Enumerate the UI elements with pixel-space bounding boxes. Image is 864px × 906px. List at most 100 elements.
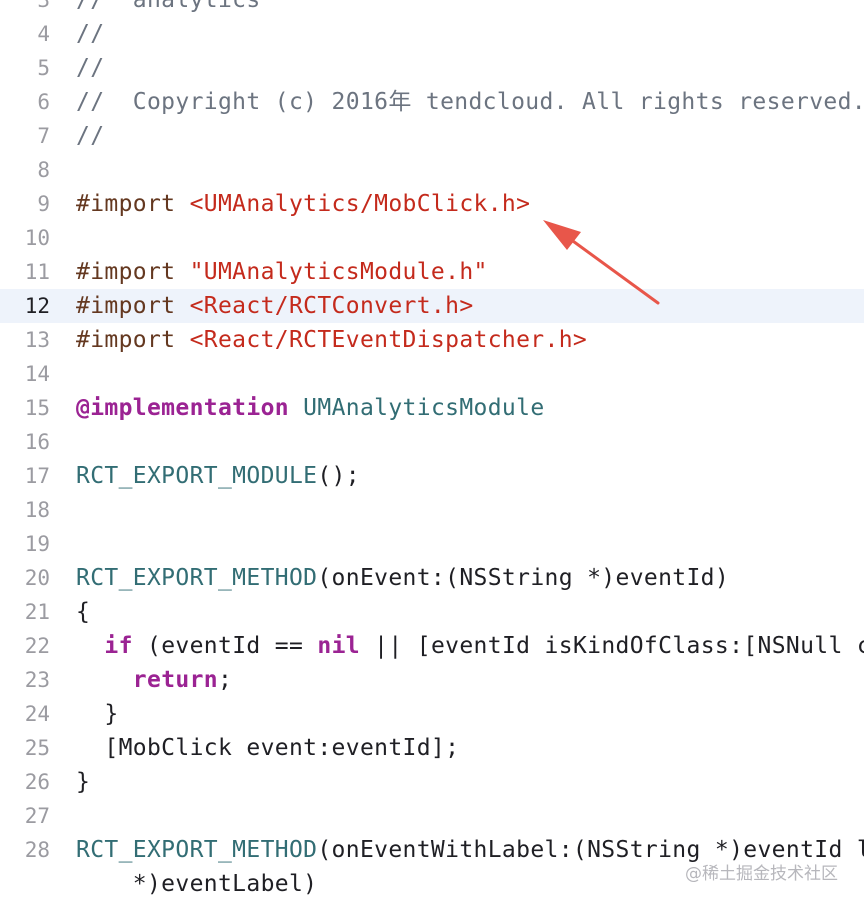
code-token: { [76, 599, 91, 625]
line-number: 23 [24, 668, 50, 692]
code-line[interactable]: 5 // [0, 51, 864, 85]
code-line[interactable]: 16 [0, 425, 864, 459]
code-line[interactable]: 13 #import <React/RCTEventDispatcher.h> [0, 323, 864, 357]
code-text: #import <React/RCTConvert.h> [76, 289, 864, 323]
code-token: return [132, 667, 218, 693]
line-number: 25 [24, 736, 50, 760]
code-token: "UMAnalyticsModule.h" [189, 259, 488, 285]
code-line-current[interactable]: 12 #import <React/RCTConvert.h> [0, 289, 864, 323]
line-number: 22 [24, 634, 50, 658]
code-line[interactable]: 11 #import "UMAnalyticsModule.h" [0, 255, 864, 289]
code-token: } [76, 769, 91, 795]
code-line[interactable]: 21 { [0, 595, 864, 629]
code-token: ; [217, 667, 233, 693]
code-line[interactable]: 22 if (eventId == nil || [eventId isKind… [0, 629, 864, 663]
line-number: 9 [37, 192, 50, 216]
code-token: <React/RCTConvert.h> [189, 293, 474, 319]
code-token: *)eventLabel) [76, 871, 318, 897]
line-number: 11 [24, 260, 50, 284]
code-text: } [76, 765, 864, 799]
code-token: <React/RCTEventDispatcher.h> [189, 327, 588, 353]
code-text: RCT_EXPORT_METHOD(onEvent:(NSString *)ev… [76, 561, 864, 595]
code-line[interactable]: 27 [0, 799, 864, 833]
line-number: 4 [37, 22, 50, 46]
code-text: // [76, 119, 864, 153]
code-token: UMAnalyticsModule [303, 395, 545, 421]
code-token: RCT_EXPORT_MODULE [76, 463, 318, 489]
code-line[interactable]: 24 } [0, 697, 864, 731]
line-number: 7 [37, 124, 50, 148]
code-line[interactable]: 9 #import <UMAnalytics/MobClick.h> [0, 187, 864, 221]
code-line[interactable]: 20 RCT_EXPORT_METHOD(onEvent:(NSString *)… [0, 561, 864, 595]
line-number: 21 [24, 600, 50, 624]
code-text: RCT_EXPORT_MODULE(); [76, 459, 864, 493]
code-line[interactable]: 4 // [0, 17, 864, 51]
code-text: // [76, 51, 864, 85]
code-token: (onEvent:(NSString *)eventId) [317, 565, 730, 591]
line-number: 27 [24, 804, 50, 828]
code-line[interactable]: 10 [0, 221, 864, 255]
code-line[interactable]: 17 RCT_EXPORT_MODULE(); [0, 459, 864, 493]
line-number: 3 [37, 0, 50, 12]
code-text: // [76, 17, 864, 51]
watermark: @稀土掘金技术社区 [685, 864, 838, 884]
code-token: RCT_EXPORT_METHOD [76, 565, 318, 591]
line-number: 16 [24, 430, 50, 454]
code-token: // [76, 123, 105, 149]
code-token: if [104, 633, 133, 659]
code-token: // analytics [76, 0, 261, 13]
line-number: 20 [24, 566, 50, 590]
code-line[interactable]: 15 @implementation UMAnalyticsModule [0, 391, 864, 425]
code-editor[interactable]: 3 // analytics 4 // 5 // 6 // Copyright (c) 201… [0, 0, 864, 906]
line-number: 12 [24, 294, 50, 318]
code-token: // Copyright (c) 2016年 tendcloud. All ri… [76, 89, 864, 115]
line-number: 6 [37, 90, 50, 114]
code-text: #import <React/RCTEventDispatcher.h> [76, 323, 864, 357]
line-number: 24 [24, 702, 50, 726]
code-token: #import [76, 327, 190, 353]
code-token: (eventId == [132, 633, 318, 659]
code-token: <UMAnalytics/MobClick.h> [189, 191, 531, 217]
code-line[interactable]: 25 [MobClick event:eventId]; [0, 731, 864, 765]
line-number: 13 [24, 328, 50, 352]
code-token: (); [317, 463, 360, 489]
line-number: 15 [24, 396, 50, 420]
code-line[interactable]: 6 // Copyright (c) 2016年 tendcloud. All r… [0, 85, 864, 119]
line-number: 26 [24, 770, 50, 794]
code-text: #import <UMAnalytics/MobClick.h> [76, 187, 864, 221]
code-token: nil [317, 633, 360, 659]
line-number: 8 [37, 158, 50, 182]
code-line[interactable]: 18 [0, 493, 864, 527]
code-text: @implementation UMAnalyticsModule [76, 391, 864, 425]
code-line[interactable]: 14 [0, 357, 864, 391]
code-token: #import [76, 259, 190, 285]
line-number: 10 [24, 226, 50, 250]
code-token: @implementation [76, 395, 289, 421]
code-line[interactable]: 19 [0, 527, 864, 561]
line-number: 18 [24, 498, 50, 522]
code-text: if (eventId == nil || [eventId isKindOfC… [76, 629, 864, 663]
code-token: // [76, 21, 105, 47]
code-token: RCT_EXPORT_METHOD [76, 837, 318, 863]
code-line[interactable]: 3 // analytics [0, 0, 864, 17]
code-text: [MobClick event:eventId]; [76, 731, 864, 765]
code-text: #import "UMAnalyticsModule.h" [76, 255, 864, 289]
line-number: 19 [24, 532, 50, 556]
code-text: // analytics [76, 0, 864, 17]
code-line[interactable]: 23 return; [0, 663, 864, 697]
code-line[interactable]: 26} [0, 765, 864, 799]
code-text: { [76, 595, 864, 629]
line-number: 17 [24, 464, 50, 488]
code-text: } [76, 697, 864, 731]
code-token: // [76, 55, 105, 81]
code-line[interactable]: 7 // [0, 119, 864, 153]
code-token: #import [76, 191, 190, 217]
code-token: #import [76, 293, 190, 319]
code-line[interactable]: 8 [0, 153, 864, 187]
code-token: [MobClick event:eventId]; [76, 735, 460, 761]
line-number: 5 [37, 56, 50, 80]
line-number: 14 [24, 362, 50, 386]
